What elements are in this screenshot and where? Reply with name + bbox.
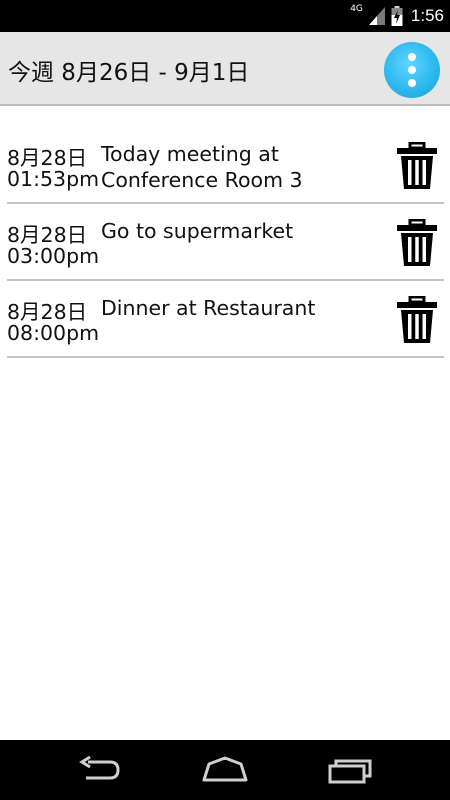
more-vert-icon-dot (408, 79, 416, 87)
overflow-menu-button[interactable] (384, 42, 440, 98)
event-list: 8月28日 01:53pm Today meeting at Conferenc… (7, 128, 444, 359)
clock: 1:56 (410, 6, 444, 25)
list-item[interactable]: 8月28日 08:00pm Dinner at Restaurant (7, 282, 444, 358)
home-icon[interactable] (201, 754, 249, 786)
back-icon[interactable] (76, 754, 124, 786)
navigation-bar (0, 740, 450, 800)
event-time: 08:00pm (7, 321, 100, 345)
recent-apps-icon[interactable] (326, 754, 374, 786)
event-title: Go to supermarket (101, 219, 294, 243)
event-title: Today meeting at Conference Room 3 (101, 142, 303, 192)
battery-icon (391, 6, 403, 26)
trash-icon[interactable] (396, 219, 438, 267)
more-vert-icon-dot (408, 66, 416, 74)
event-time: 01:53pm (7, 167, 100, 191)
trash-icon[interactable] (396, 142, 438, 190)
event-time: 03:00pm (7, 244, 100, 268)
status-icons: 4G 1:56 (350, 0, 444, 32)
week-range-title: 今週 8月26日 - 9月1日 (8, 60, 250, 86)
more-vert-icon (408, 53, 416, 61)
status-bar: 4G 1:56 (0, 0, 450, 32)
list-item[interactable]: 8月28日 03:00pm Go to supermarket (7, 205, 444, 281)
event-title: Dinner at Restaurant (101, 296, 316, 320)
action-bar: 今週 8月26日 - 9月1日 (0, 32, 450, 106)
network-type-label: 4G (350, 4, 363, 14)
list-item[interactable]: 8月28日 01:53pm Today meeting at Conferenc… (7, 128, 444, 204)
signal-icon (368, 7, 385, 25)
trash-icon[interactable] (396, 296, 438, 344)
